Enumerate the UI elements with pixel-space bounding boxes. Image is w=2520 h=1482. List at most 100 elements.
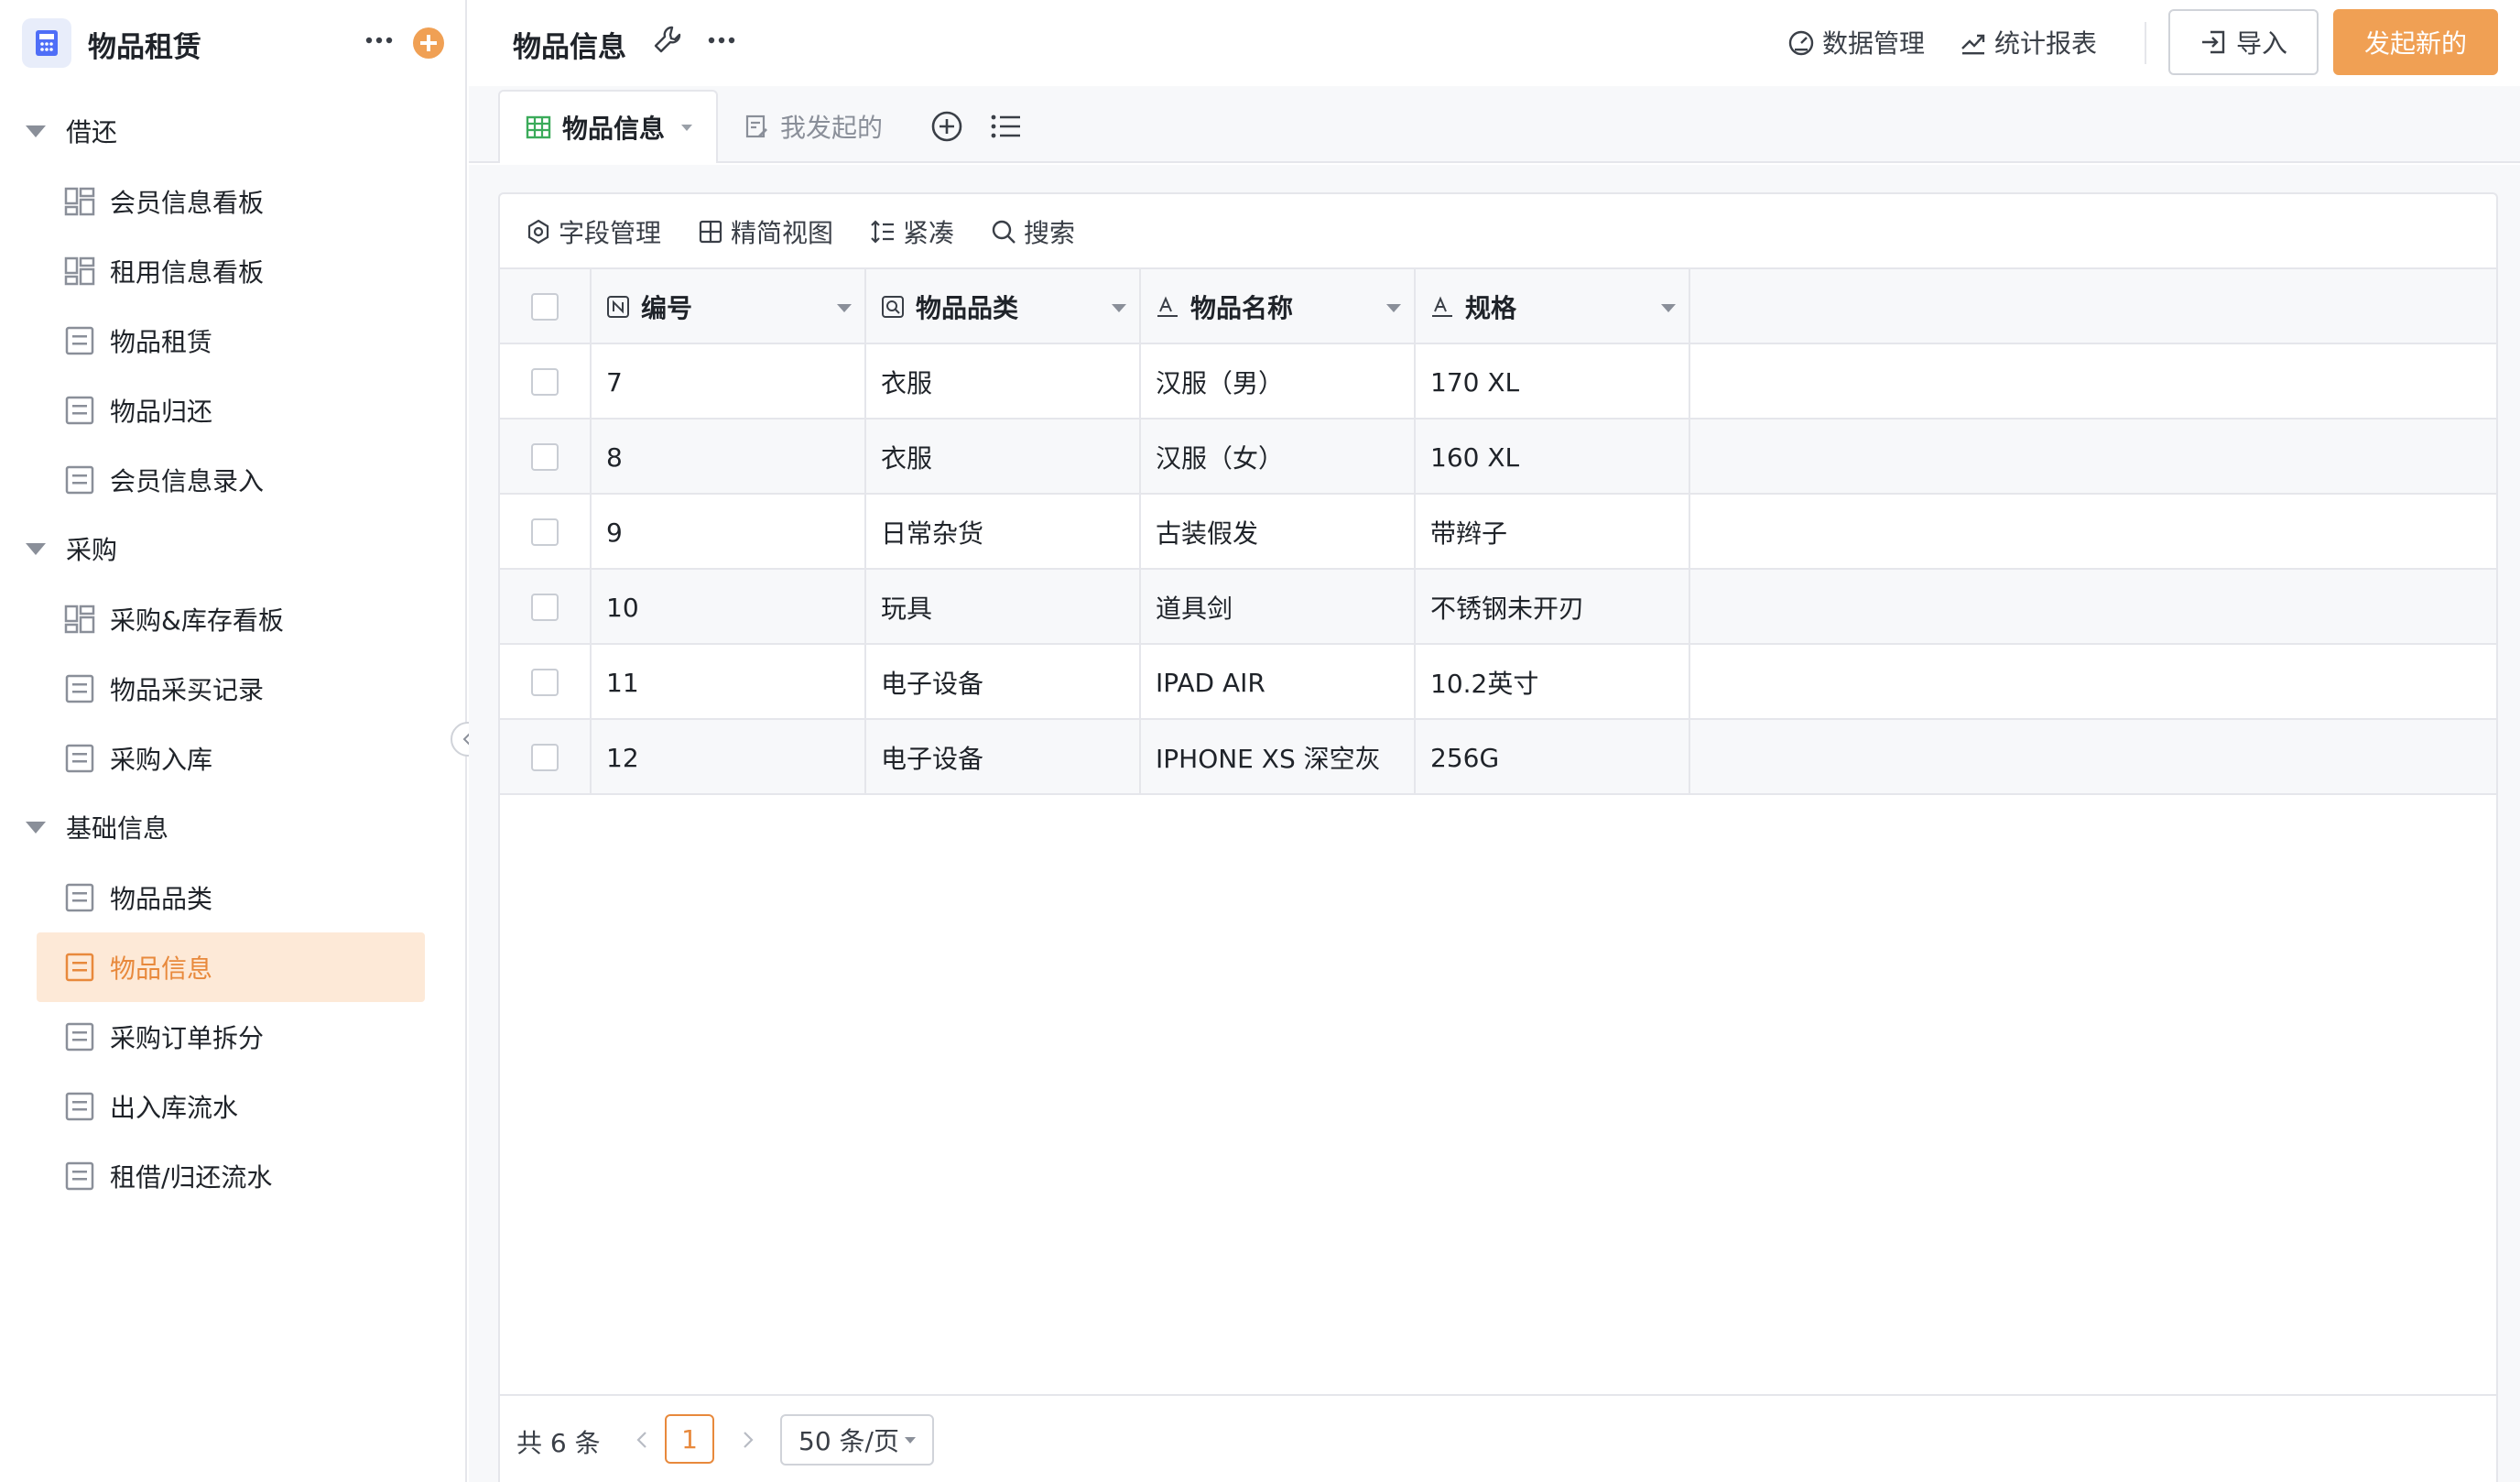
simple-view-label: 精简视图 [731, 218, 834, 248]
cell-spec[interactable]: 160 XL [1416, 420, 1690, 495]
compact-button[interactable]: 紧凑 [870, 214, 954, 249]
table-row[interactable]: 12 电子设备 IPHONE XS 深空灰 256G [500, 720, 2496, 795]
sidebar-item-item-info[interactable]: 物品信息 [37, 932, 425, 1002]
data-management-link[interactable]: 数据管理 [1787, 26, 1925, 59]
list-icon[interactable] [987, 108, 1024, 145]
cell-name[interactable]: 古装假发 [1141, 495, 1416, 570]
sidebar-group-borrow[interactable]: 借还 [0, 99, 467, 163]
empty-cell [1690, 495, 2487, 570]
cell-category[interactable]: 衣服 [866, 420, 1141, 495]
caret-down-icon [26, 542, 46, 555]
more-icon[interactable] [359, 20, 399, 60]
sidebar-item-purchase-record[interactable]: 物品采买记录 [37, 654, 425, 724]
row-checkbox[interactable] [531, 518, 559, 546]
cell-number[interactable]: 12 [592, 720, 866, 795]
caret-down-icon[interactable] [681, 124, 693, 131]
grid-icon [699, 220, 722, 244]
sidebar-item-member-board[interactable]: 会员信息看板 [37, 167, 425, 236]
caret-down-icon[interactable] [837, 304, 852, 312]
caret-down-icon[interactable] [1112, 304, 1126, 312]
sidebar-item-order-split[interactable]: 采购订单拆分 [37, 1002, 425, 1072]
row-checkbox[interactable] [531, 368, 559, 396]
cell-category[interactable]: 电子设备 [866, 645, 1141, 720]
new-record-button[interactable]: 发起新的 [2333, 9, 2498, 75]
sidebar-item-item-rent[interactable]: 物品租赁 [37, 306, 425, 376]
column-header-name[interactable]: 物品名称 [1141, 269, 1416, 344]
simple-view-button[interactable]: 精简视图 [698, 214, 833, 249]
sidebar-group-basic[interactable]: 基础信息 [0, 795, 467, 859]
table-row[interactable]: 8 衣服 汉服（女） 160 XL [500, 420, 2496, 495]
sidebar-item-member-entry[interactable]: 会员信息录入 [37, 445, 425, 515]
cell-number[interactable]: 8 [592, 420, 866, 495]
search-button[interactable]: 搜索 [991, 214, 1075, 249]
cell-number[interactable]: 7 [592, 344, 866, 420]
sidebar-item-stock-flow[interactable]: 出入库流水 [37, 1072, 425, 1141]
cell-name[interactable]: IPAD AIR [1141, 645, 1416, 720]
select-all-checkbox[interactable] [531, 293, 559, 321]
table-row[interactable]: 11 电子设备 IPAD AIR 10.2英寸 [500, 645, 2496, 720]
sidebar-item-label: 租用信息看板 [110, 257, 265, 288]
column-header-number[interactable]: 编号 [592, 269, 866, 344]
cell-spec[interactable]: 不锈钢未开刃 [1416, 570, 1690, 645]
add-icon[interactable] [413, 27, 444, 59]
app-title: 物品租赁 [88, 31, 201, 64]
sidebar-item-label: 会员信息录入 [110, 466, 265, 496]
table-card: 字段管理 精简视图 紧凑 搜索 编号 物品品类 物品名称 规格 7 衣服 汉服（… [498, 192, 2498, 1482]
tab-label: 我发起的 [780, 113, 884, 143]
sidebar-item-purchase-board[interactable]: 采购&库存看板 [37, 584, 425, 654]
gauge-icon [1788, 30, 1814, 56]
chevron-left-icon[interactable] [630, 1427, 656, 1453]
field-management-label: 字段管理 [559, 218, 662, 248]
cell-spec[interactable]: 带辫子 [1416, 495, 1690, 570]
cell-number[interactable]: 10 [592, 570, 866, 645]
cell-name[interactable]: IPHONE XS 深空灰 [1141, 720, 1416, 795]
chevron-right-icon[interactable] [734, 1427, 760, 1453]
text-field-icon [1157, 296, 1178, 317]
tab-item-info[interactable]: 物品信息 [498, 90, 718, 163]
column-header-spec[interactable]: 规格 [1416, 269, 1690, 344]
view-tabs: 物品信息 我发起的 [469, 86, 2520, 163]
cell-category[interactable]: 玩具 [866, 570, 1141, 645]
cell-category[interactable]: 衣服 [866, 344, 1141, 420]
row-checkbox[interactable] [531, 443, 559, 471]
cell-spec[interactable]: 170 XL [1416, 344, 1690, 420]
cell-category[interactable]: 电子设备 [866, 720, 1141, 795]
row-checkbox[interactable] [531, 744, 559, 771]
sidebar-item-rent-board[interactable]: 租用信息看板 [37, 236, 425, 306]
cell-name[interactable]: 汉服（男） [1141, 344, 1416, 420]
row-checkbox[interactable] [531, 669, 559, 696]
page-number-button[interactable]: 1 [665, 1414, 714, 1464]
select-all-cell [500, 269, 592, 344]
sidebar-item-item-category[interactable]: 物品品类 [37, 863, 425, 932]
sidebar-item-item-return[interactable]: 物品归还 [37, 376, 425, 445]
field-management-button[interactable]: 字段管理 [526, 214, 661, 249]
tab-my-initiated[interactable]: 我发起的 [744, 90, 883, 163]
cell-number[interactable]: 11 [592, 645, 866, 720]
cell-name[interactable]: 汉服（女） [1141, 420, 1416, 495]
sidebar-group-purchase[interactable]: 采购 [0, 517, 467, 581]
cell-name[interactable]: 道具剑 [1141, 570, 1416, 645]
table-row[interactable]: 9 日常杂货 古装假发 带辫子 [500, 495, 2496, 570]
row-select-cell [500, 720, 592, 795]
more-icon[interactable] [701, 22, 742, 59]
table-row[interactable]: 7 衣服 汉服（男） 170 XL [500, 344, 2496, 420]
sidebar-item-purchase-in[interactable]: 采购入库 [37, 724, 425, 793]
cell-category[interactable]: 日常杂货 [866, 495, 1141, 570]
column-header-category[interactable]: 物品品类 [866, 269, 1141, 344]
table-row[interactable]: 10 玩具 道具剑 不锈钢未开刃 [500, 570, 2496, 645]
caret-down-icon[interactable] [1386, 304, 1401, 312]
cell-number[interactable]: 9 [592, 495, 866, 570]
import-label: 导入 [2235, 28, 2287, 59]
add-view-icon[interactable] [929, 108, 965, 145]
caret-down-icon[interactable] [1661, 304, 1676, 312]
import-button[interactable]: 导入 [2168, 9, 2319, 75]
wrench-icon[interactable] [652, 24, 685, 57]
sidebar-item-rent-return-flow[interactable]: 租借/归还流水 [37, 1141, 425, 1211]
cell-spec[interactable]: 10.2英寸 [1416, 645, 1690, 720]
stats-report-link[interactable]: 统计报表 [1960, 26, 2097, 59]
compact-label: 紧凑 [903, 218, 955, 248]
row-checkbox[interactable] [531, 594, 559, 621]
caret-down-icon [26, 821, 46, 834]
cell-spec[interactable]: 256G [1416, 720, 1690, 795]
page-size-select[interactable]: 50 条/页 [780, 1414, 934, 1466]
